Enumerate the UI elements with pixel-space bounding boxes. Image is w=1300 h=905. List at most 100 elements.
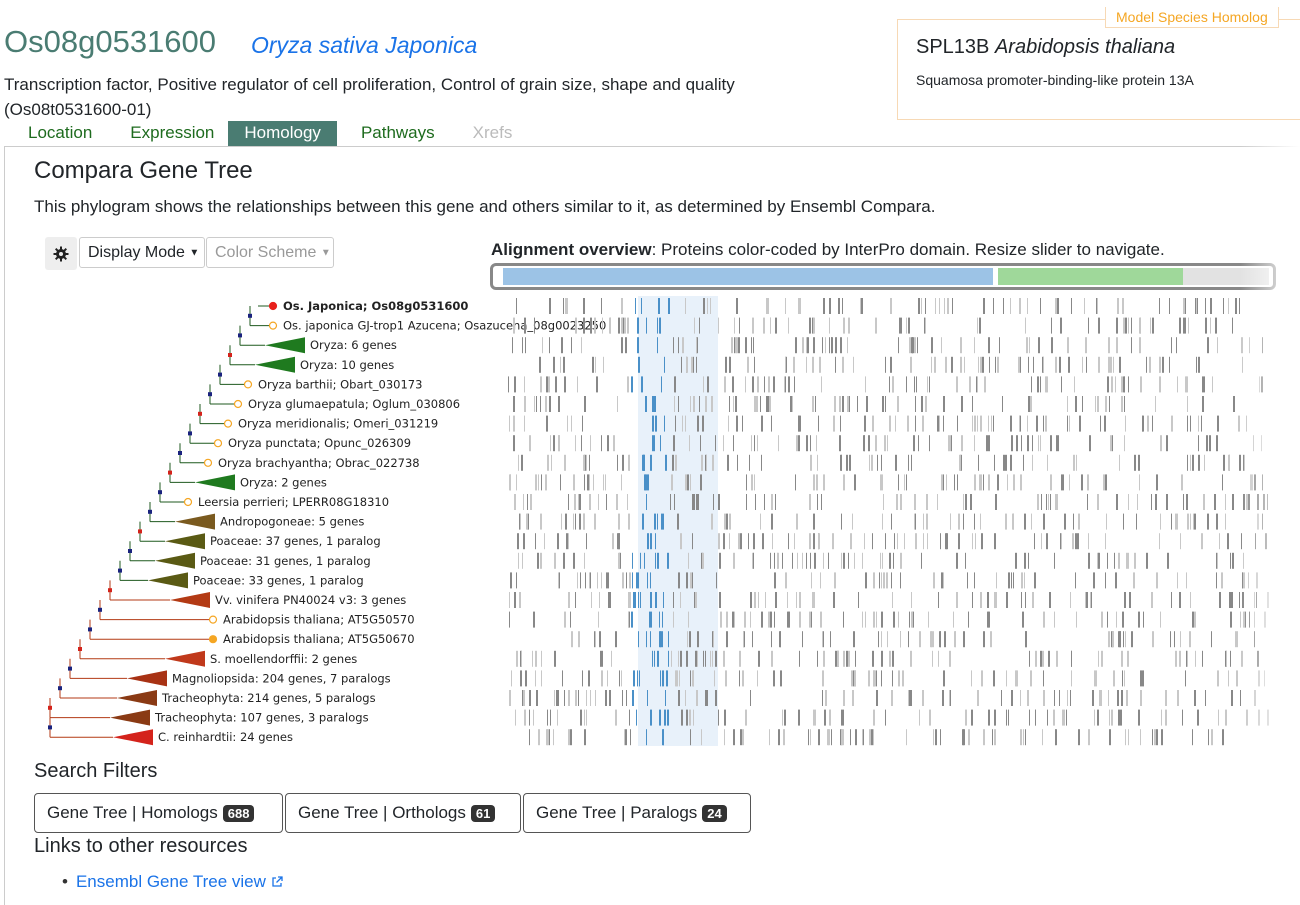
alignment-column (891, 572, 892, 589)
tree-node[interactable] (238, 333, 242, 338)
tree-leaf-marker[interactable] (243, 380, 253, 389)
tree-leaf-marker[interactable] (223, 419, 233, 428)
alignment-column (959, 454, 961, 471)
color-scheme-dropdown[interactable]: Color Scheme ▼ (206, 237, 334, 268)
collapsed-clade[interactable] (195, 474, 235, 491)
list-bullet: • (62, 872, 68, 891)
collapsed-clade[interactable] (127, 670, 167, 687)
collapsed-clade[interactable] (155, 552, 195, 569)
ensembl-gene-tree-link[interactable]: • Ensembl Gene Tree view (62, 872, 283, 892)
tree-leaf-label[interactable]: Oryza meridionalis; Omeri_031219 (238, 417, 438, 431)
tab-pathways[interactable]: Pathways (337, 121, 449, 146)
tree-node[interactable] (178, 451, 182, 455)
collapsed-clade[interactable] (255, 356, 295, 373)
orthologs-filter-button[interactable]: Gene Tree | Orthologs 61 (285, 793, 521, 833)
tree-leaf-label[interactable]: Poaceae: 33 genes, 1 paralog (193, 573, 364, 587)
tree-leaf-marker[interactable] (268, 301, 278, 311)
alignment-column (1064, 709, 1065, 726)
collapsed-clade[interactable] (113, 729, 153, 746)
tree-leaf-label[interactable]: C. reinhardtii: 24 genes (158, 730, 293, 744)
tree-leaf-label[interactable]: Arabidopsis thaliana; AT5G50670 (223, 632, 415, 646)
tree-leaf-label[interactable]: Os. Japonica; Os08g0531600 (283, 299, 468, 313)
tree-leaf-marker[interactable] (213, 439, 223, 448)
tree-leaf-label[interactable]: Magnoliopsida: 204 genes, 7 paralogs (172, 671, 391, 685)
alignment-column (1108, 337, 1110, 354)
paralogs-filter-button[interactable]: Gene Tree | Paralogs 24 (523, 793, 751, 833)
tree-leaf-label[interactable]: Leersia perrieri; LPERR08G18310 (198, 495, 389, 509)
tree-node[interactable] (98, 607, 102, 612)
alignment-column (1128, 494, 1129, 510)
tree-branch (69, 658, 127, 679)
tree-leaf-marker[interactable] (268, 321, 278, 330)
alignment-column (697, 415, 699, 432)
tree-leaf-label[interactable]: Oryza: 10 genes (300, 358, 394, 372)
species-name[interactable]: Oryza sativa Japonica (251, 32, 477, 59)
tree-leaf-label[interactable]: Tracheophyta: 214 genes, 5 paralogs (161, 691, 376, 705)
tree-leaf-marker[interactable] (233, 399, 243, 409)
tree-leaf-label[interactable]: Arabidopsis thaliana; AT5G50570 (223, 613, 415, 627)
tree-node[interactable] (138, 529, 142, 534)
tree-leaf-label[interactable]: Tracheophyta: 107 genes, 3 paralogs (154, 711, 369, 725)
collapsed-clade[interactable] (110, 709, 150, 726)
settings-button[interactable] (45, 237, 77, 270)
tab-location[interactable]: Location (4, 121, 106, 146)
tree-node[interactable] (248, 313, 252, 318)
tree-leaf-label[interactable]: Poaceae: 37 genes, 1 paralog (210, 534, 381, 548)
tree-node[interactable] (208, 392, 212, 397)
alignment-column (685, 474, 687, 491)
tree-leaf-label[interactable]: Vv. vinifera PN40024 v3: 3 genes (215, 593, 406, 607)
collapsed-clade[interactable] (148, 572, 188, 589)
tab-expression[interactable]: Expression (106, 121, 228, 146)
alignment-column (752, 376, 754, 393)
tree-node[interactable] (188, 431, 192, 436)
homologs-filter-button[interactable]: Gene Tree | Homologs 688 (34, 793, 283, 833)
tree-leaf-marker[interactable] (183, 497, 193, 507)
tab-homology[interactable]: Homology (228, 121, 337, 146)
tree-node[interactable] (78, 647, 82, 651)
collapsed-clade[interactable] (265, 337, 305, 354)
display-mode-dropdown[interactable]: Display Mode ▼ (79, 237, 205, 268)
collapsed-clade[interactable] (175, 513, 215, 530)
tree-leaf-label[interactable]: Oryza: 2 genes (240, 475, 327, 489)
tree-leaf-marker[interactable] (208, 615, 218, 624)
collapsed-clade[interactable] (170, 592, 210, 608)
alignment-slider[interactable] (490, 263, 1276, 290)
collapsed-clade[interactable] (165, 650, 205, 667)
tree-node[interactable] (68, 666, 72, 671)
tree-leaf-label[interactable]: Andropogoneae: 5 genes (220, 515, 364, 529)
tree-leaf-label[interactable]: Oryza glumaepatula; Oglum_030806 (248, 397, 460, 411)
tree-leaf-marker[interactable] (208, 635, 218, 644)
tree-node[interactable] (48, 725, 52, 730)
tree-node[interactable] (128, 549, 132, 553)
collapsed-clade[interactable] (165, 533, 205, 550)
alignment-column (1089, 435, 1091, 452)
tree-node[interactable] (228, 353, 232, 357)
tree-leaf-marker[interactable] (203, 458, 213, 467)
tree-node[interactable] (108, 588, 112, 593)
collapsed-clade[interactable] (117, 690, 157, 706)
tree-node[interactable] (118, 568, 122, 573)
tree-leaf-label[interactable]: Oryza barthii; Obart_030173 (258, 377, 422, 391)
tree-node[interactable] (58, 686, 62, 691)
alignment-column (1265, 533, 1267, 550)
tree-leaf-label[interactable]: Oryza brachyantha; Obrac_022738 (218, 456, 420, 470)
tree-leaf-label[interactable]: Oryza punctata; Opunc_026309 (228, 436, 411, 450)
model-homolog-box[interactable] (897, 19, 1300, 120)
alignment-column (1237, 631, 1238, 648)
tree-leaf-label[interactable]: S. moellendorffii: 2 genes (210, 652, 357, 666)
alignment-column (885, 533, 886, 550)
alignment-column (839, 435, 841, 452)
tree-node[interactable] (148, 509, 152, 514)
alignment-column (563, 356, 565, 373)
tree-leaf-label[interactable]: Poaceae: 31 genes, 1 paralog (200, 554, 371, 568)
tree-node[interactable] (158, 490, 162, 495)
alignment-column (988, 474, 990, 491)
alignment-column (618, 533, 620, 550)
tree-leaf-label[interactable]: Oryza: 6 genes (310, 338, 397, 352)
tree-node[interactable] (218, 372, 222, 377)
tree-node[interactable] (198, 411, 202, 416)
tree-node[interactable] (88, 627, 92, 632)
tree-node[interactable] (168, 470, 172, 475)
tree-node[interactable] (48, 705, 52, 710)
alignment-column (1111, 376, 1113, 393)
